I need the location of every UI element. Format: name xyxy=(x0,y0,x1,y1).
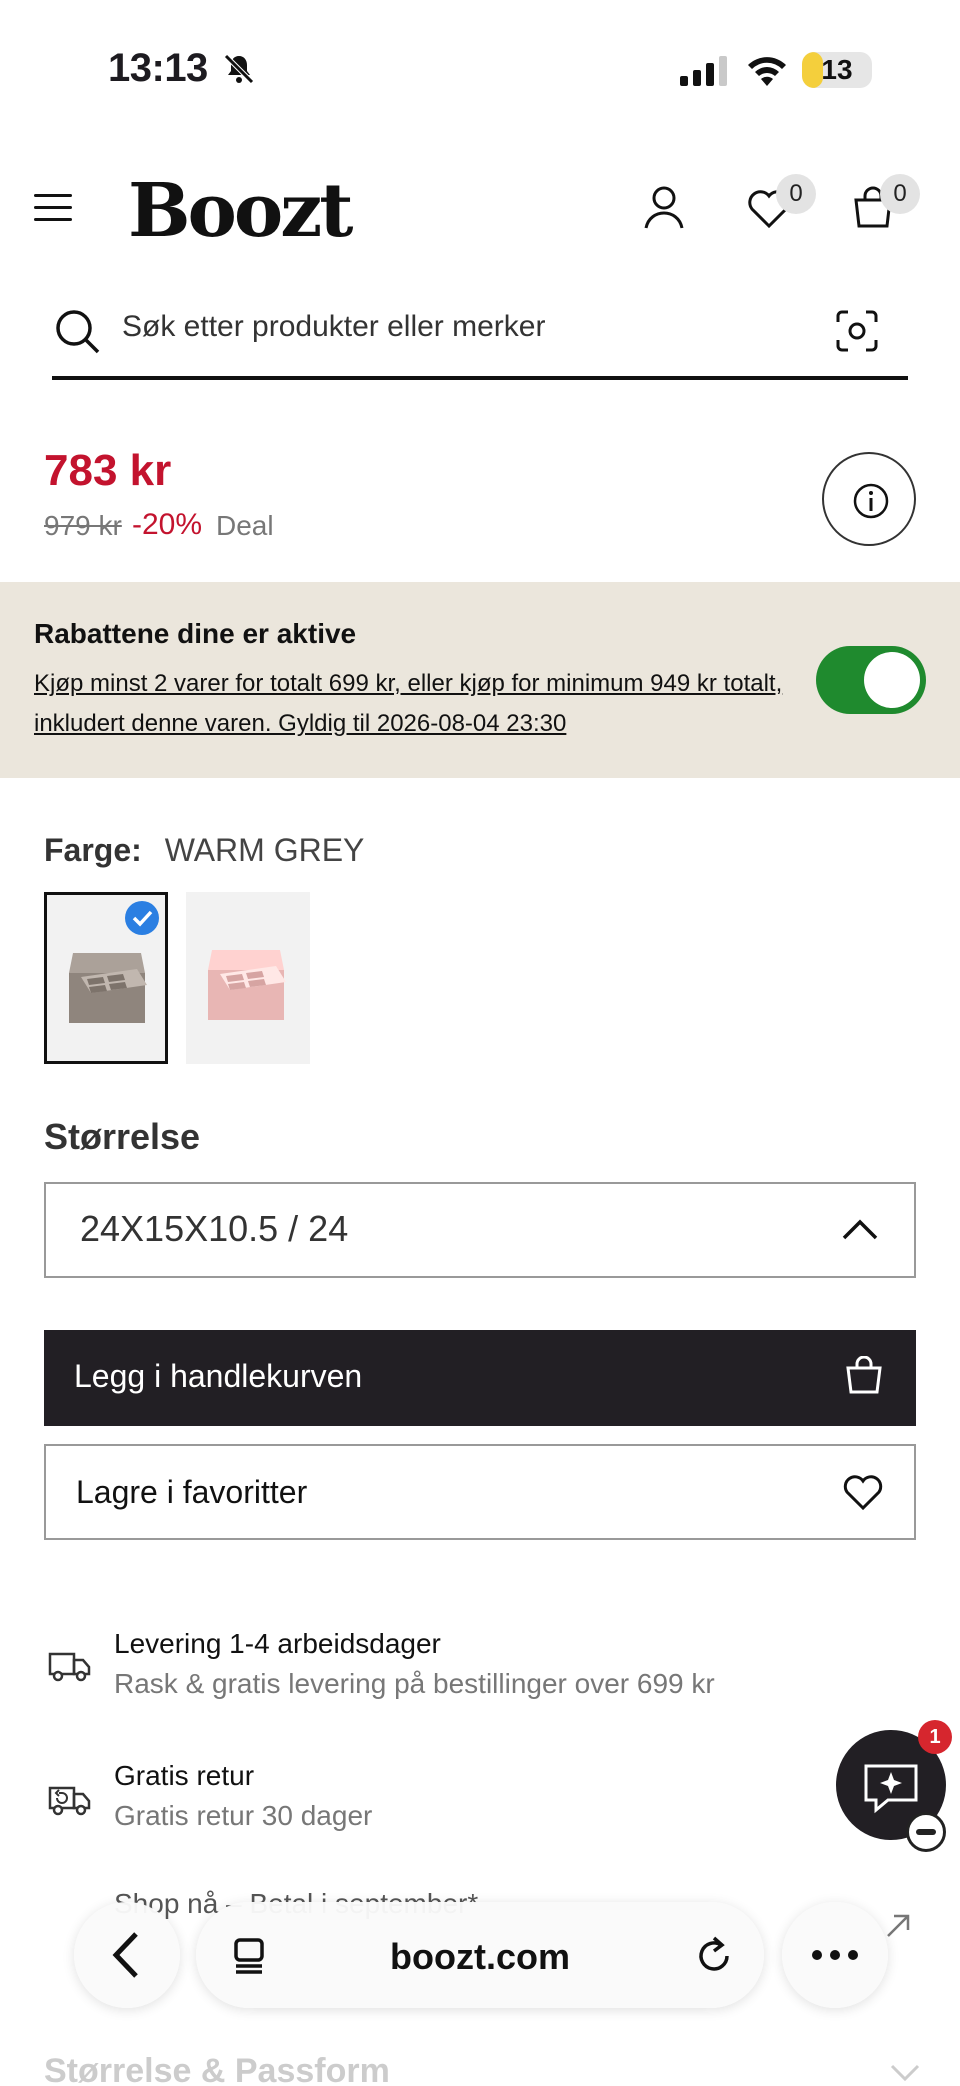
selected-check-icon xyxy=(125,901,159,935)
hamburger-menu-icon[interactable] xyxy=(34,194,72,226)
battery-level: 13 xyxy=(821,54,853,85)
return-truck-icon xyxy=(48,1786,91,1816)
status-time: 13:13 xyxy=(108,46,208,90)
more-dots-icon xyxy=(812,1950,858,1960)
heart-icon xyxy=(843,1475,883,1511)
product-thumbnail xyxy=(208,950,286,1020)
size-dropdown[interactable]: 24X15X10.5 / 24 xyxy=(44,1182,916,1278)
browser-toolbar: boozt.com xyxy=(0,1890,960,2030)
returns-title: Gratis retur xyxy=(114,1760,255,1791)
bell-off-icon xyxy=(224,54,254,84)
price-info-button[interactable] xyxy=(822,452,916,546)
wishlist-count-badge: 0 xyxy=(776,174,816,214)
deal-label: Deal xyxy=(216,510,274,541)
battery-indicator: 13 xyxy=(802,52,872,88)
reload-icon[interactable] xyxy=(694,1934,734,1976)
color-selector-label: Farge: WARM GREY xyxy=(44,832,364,869)
save-to-favorites-label: Lagre i favoritter xyxy=(76,1474,308,1510)
status-bar: 13:13 13 xyxy=(0,0,960,140)
discount-panel-title: Rabattene dine er aktive xyxy=(34,618,357,649)
shopping-bag-icon xyxy=(846,1356,882,1394)
chat-minimize-button[interactable] xyxy=(906,1812,946,1852)
chevron-up-icon xyxy=(842,1219,878,1240)
delivery-truck-icon xyxy=(48,1652,91,1682)
search-input[interactable]: Søk etter produkter eller merker xyxy=(122,310,545,344)
size-label: Størrelse xyxy=(44,1116,201,1157)
search-icon xyxy=(56,310,100,354)
chevron-left-icon xyxy=(112,1932,138,1978)
site-header: Boozt 0 0 xyxy=(0,160,960,260)
search-bar[interactable]: Søk etter produkter eller merker xyxy=(52,290,908,380)
size-selected-value: 24X15X10.5 / 24 xyxy=(80,1208,349,1249)
color-label: Farge: xyxy=(44,832,142,868)
visual-search-icon[interactable] xyxy=(836,310,878,352)
chevron-down-icon xyxy=(890,2064,920,2082)
browser-more-button[interactable] xyxy=(782,1902,888,2008)
color-value: WARM GREY xyxy=(164,832,365,868)
size-fit-section[interactable]: Størrelse & Passform xyxy=(44,2052,390,2086)
add-to-cart-button[interactable]: Legg i handlekurven xyxy=(44,1330,916,1426)
discount-toggle[interactable] xyxy=(816,646,926,714)
boozt-logo[interactable]: Boozt xyxy=(128,168,353,254)
product-price: 783 kr xyxy=(44,446,172,495)
active-discounts-panel: Rabattene dine er aktive Kjøp minst 2 va… xyxy=(0,582,960,778)
cart-count-badge: 0 xyxy=(880,174,920,214)
toggle-knob xyxy=(864,652,920,708)
chat-notification-badge: 1 xyxy=(918,1720,952,1754)
cellular-signal-icon xyxy=(680,56,727,86)
original-price: 979 kr xyxy=(44,510,122,541)
account-icon[interactable] xyxy=(640,180,690,236)
add-to-cart-label: Legg i handlekurven xyxy=(74,1358,363,1394)
color-swatch-warm-grey[interactable] xyxy=(44,892,168,1064)
delivery-title: Levering 1-4 arbeidsdager xyxy=(114,1628,441,1659)
info-icon xyxy=(853,483,889,519)
discount-terms-link[interactable]: Kjøp minst 2 varer for totalt 699 kr, el… xyxy=(34,664,794,744)
wifi-icon xyxy=(748,57,786,86)
browser-back-button[interactable] xyxy=(74,1902,180,2008)
color-swatch-pink[interactable] xyxy=(186,892,310,1064)
browser-url: boozt.com xyxy=(390,1936,570,1977)
discount-percentage: -20% xyxy=(132,508,203,541)
delivery-subtitle: Rask & gratis levering på bestillinger o… xyxy=(114,1668,715,1699)
product-thumbnail xyxy=(69,953,147,1023)
browser-address-bar[interactable]: boozt.com xyxy=(196,1902,764,2008)
save-to-favorites-button[interactable]: Lagre i favoritter xyxy=(44,1444,916,1540)
returns-subtitle: Gratis retur 30 dager xyxy=(114,1800,373,1831)
